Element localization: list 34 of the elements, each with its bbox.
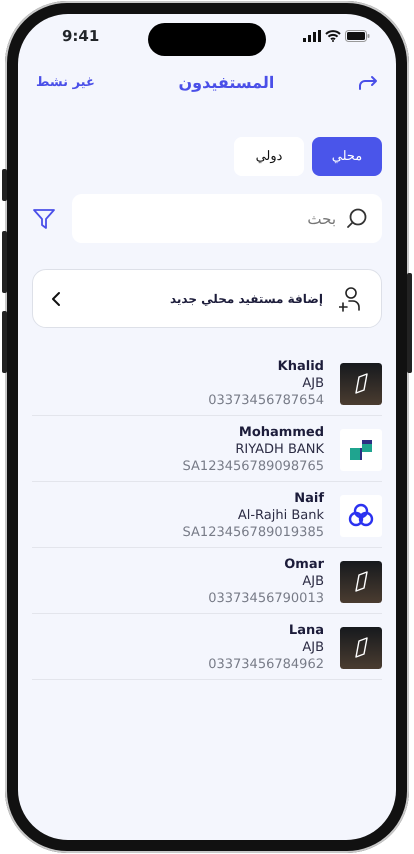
bank-logo	[340, 494, 382, 536]
account-number: SA123456789098765	[182, 458, 324, 475]
bank-name: Al-Rajhi Bank	[238, 507, 324, 524]
account-number: 03373456790013	[208, 590, 324, 607]
beneficiary-name: Khalid	[278, 358, 324, 375]
bank-logo	[340, 560, 382, 602]
bank-logo	[340, 626, 382, 668]
chevron-left-icon	[51, 290, 61, 306]
search-field[interactable]: بحث	[72, 194, 382, 243]
account-number: 03373456787654	[208, 392, 324, 409]
signal-icon	[303, 30, 321, 42]
account-number: 03373456784962	[208, 656, 324, 673]
bank-name: AJB	[302, 573, 324, 590]
add-beneficiary-button[interactable]: إضافة مستفيد محلي جديد	[32, 269, 382, 328]
beneficiary-name: Mohammed	[238, 424, 324, 441]
screen-title: المستفيدون	[178, 72, 274, 94]
beneficiary-name: Lana	[288, 622, 324, 639]
wifi-icon	[325, 30, 341, 42]
bank-logo	[340, 428, 382, 470]
tab[interactable]: دولي	[234, 137, 304, 176]
bank-name: RIYADH BANK	[235, 441, 324, 458]
status-time: 9:41	[62, 26, 100, 47]
forward-arrow-icon[interactable]	[358, 75, 378, 91]
account-number: SA123456789019385	[182, 524, 324, 541]
filter-icon[interactable]	[32, 206, 56, 230]
battery-icon	[345, 30, 370, 42]
search-icon	[346, 207, 368, 229]
bank-name: AJB	[302, 639, 324, 656]
bank-name: AJB	[302, 375, 324, 392]
beneficiary-name: Omar	[284, 556, 324, 573]
add-user-icon	[339, 286, 363, 312]
bank-logo	[340, 362, 382, 404]
tab[interactable]: محلي	[312, 137, 382, 176]
beneficiary-name: Naif	[294, 490, 324, 507]
